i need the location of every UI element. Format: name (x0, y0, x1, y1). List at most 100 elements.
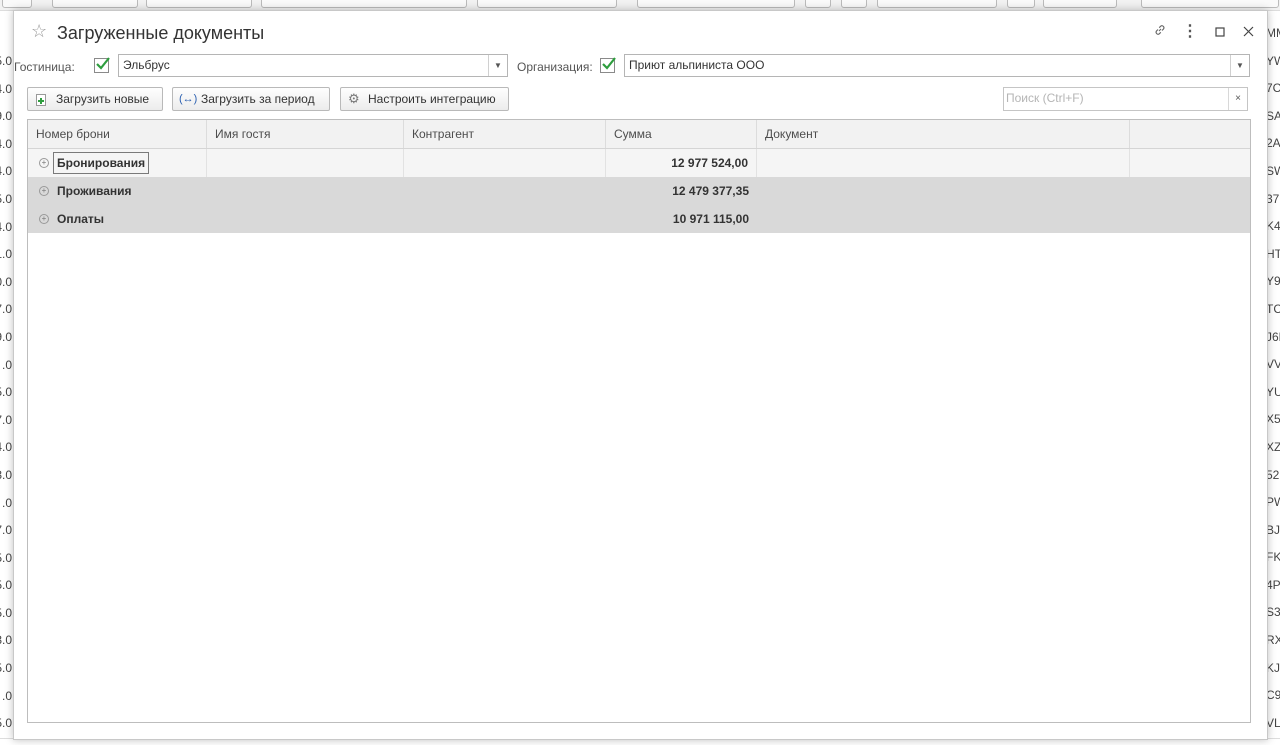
background-cell: YW (1266, 53, 1280, 68)
background-toolbar-button[interactable] (2, 0, 32, 8)
expand-icon[interactable]: + (39, 158, 49, 168)
group-cell: Оплаты (53, 205, 207, 233)
group-cell: Проживания (53, 177, 207, 205)
background-toolbar-button[interactable] (477, 0, 617, 8)
hotel-checkbox[interactable] (94, 57, 110, 73)
group-name: Оплаты (57, 212, 105, 226)
background-cell: 7C (1266, 81, 1280, 96)
background-toolbar-button[interactable] (1141, 0, 1279, 8)
hotel-label: Гостиница: (14, 60, 75, 74)
background-cell: PW (1266, 495, 1280, 510)
background-cell: .0 (1, 495, 12, 510)
background-toolbar-button[interactable] (261, 0, 467, 8)
background-cell: 9.0 (0, 109, 12, 124)
background-cell: YU (1266, 384, 1280, 399)
background-cell: 7.0 (0, 412, 12, 427)
background-cell: VL (1266, 715, 1280, 730)
column-header-sum[interactable]: Сумма (606, 120, 757, 148)
background-cell: 3.0 (0, 633, 12, 648)
background-cell: 5.0 (0, 385, 12, 400)
background-cell: .0 (1, 688, 12, 703)
favorite-star-icon[interactable]: ☆ (31, 21, 47, 41)
document-cell (757, 149, 1130, 177)
background-cell: SW (1266, 163, 1280, 178)
search-field[interactable]: × (1003, 87, 1248, 111)
background-cell: 4.0 (0, 440, 12, 455)
background-cell: VV (1266, 357, 1280, 372)
load-new-button[interactable]: Загрузить новые (27, 87, 163, 111)
expand-icon[interactable]: + (39, 186, 49, 196)
background-cell: KJ (1266, 660, 1280, 675)
close-icon[interactable] (1238, 22, 1258, 42)
background-list-right-column: MM YW 7C SA 2A SW 37 K4 HT Y93 TC J6D VV YU X5L XZ 527 PW… (1266, 20, 1280, 737)
hotel-select[interactable]: Эльбрус ▼ (118, 54, 508, 77)
background-cell: 4.0 (0, 219, 12, 234)
background-cell: XZ (1266, 439, 1280, 454)
background-toolbar-button[interactable] (1043, 0, 1117, 8)
background-toolbar-button[interactable] (637, 0, 795, 8)
sum-cell: 12 479 377,35 (672, 184, 749, 198)
chevron-down-icon[interactable]: ▼ (1230, 55, 1249, 76)
table-row-group[interactable]: + Бронирования 12 977 524,00 (28, 149, 1250, 177)
group-name: Проживания (57, 184, 132, 198)
background-toolbar-button[interactable] (1007, 0, 1035, 8)
background-cell: 5.0 (0, 550, 12, 565)
background-toolbar-button[interactable] (146, 0, 252, 8)
column-header-document[interactable]: Документ (757, 120, 1130, 148)
background-list-left-column: 5.0 4.0 9.0 4.0 4.0 5.0 4.0 1.0 0.0 7.0 9.0 .0 5.0 7.… (0, 48, 12, 738)
background-cell: TC (1266, 301, 1280, 316)
gear-icon: ⚙ (348, 91, 360, 106)
background-cell: 3.0 (0, 467, 12, 482)
background-cell: 4.0 (0, 136, 12, 151)
column-header-empty (1130, 120, 1250, 148)
load-period-label: Загрузить за период (201, 92, 315, 106)
background-cell: X5L (1266, 412, 1280, 427)
background-toolbar-button[interactable] (52, 0, 138, 8)
background-cell: 5.0 (0, 191, 12, 206)
table-row-group[interactable]: + Проживания 12 479 377,35 (28, 177, 1250, 205)
expand-icon[interactable]: + (39, 214, 49, 224)
background-cell: 5.0 (0, 605, 12, 620)
background-cell: BJ4 (1266, 522, 1280, 537)
organization-checkbox[interactable] (600, 57, 616, 73)
background-toolbar-button[interactable] (841, 0, 867, 8)
background-cell: 0.0 (0, 274, 12, 289)
background-toolbar-button[interactable] (877, 0, 997, 8)
guest-name-cell (207, 149, 404, 177)
load-period-button[interactable]: (↔) Загрузить за период (172, 87, 330, 111)
link-icon[interactable] (1150, 22, 1170, 42)
background-cell: HT (1266, 246, 1280, 261)
background-cell: 5.0 (0, 716, 12, 731)
load-new-label: Загрузить новые (56, 92, 150, 106)
chevron-down-icon[interactable]: ▼ (488, 55, 507, 76)
period-range-icon: (↔) (179, 93, 198, 105)
maximize-icon[interactable] (1210, 22, 1230, 42)
window-title-bar: ☆ Загруженные документы ⋮ (14, 11, 1267, 51)
column-header-booking-number[interactable]: Номер брони (28, 120, 207, 148)
more-vertical-icon[interactable]: ⋮ (1180, 22, 1200, 42)
background-cell: 5.0 (0, 578, 12, 593)
background-cell: 7.0 (0, 523, 12, 538)
group-cell: Бронирования (53, 149, 207, 177)
background-cell: 7.0 (0, 302, 12, 317)
background-cell: 37 (1266, 191, 1280, 206)
organization-select[interactable]: Приют альпиниста ООО ▼ (624, 54, 1250, 77)
search-input[interactable] (1006, 90, 1221, 106)
setup-integration-button[interactable]: ⚙ Настроить интеграцию (340, 87, 509, 111)
background-toolbar-button[interactable] (805, 0, 831, 8)
background-cell: 9.0 (0, 329, 12, 344)
documents-table: Номер брони Имя гостя Контрагент Сумма Д… (27, 119, 1251, 723)
background-cell: S3 (1266, 605, 1280, 620)
table-row-group[interactable]: + Оплаты 10 971 115,00 (28, 205, 1250, 233)
clear-search-icon[interactable]: × (1228, 88, 1247, 110)
background-cell: Y93 (1266, 274, 1280, 289)
column-header-counterparty[interactable]: Контрагент (404, 120, 606, 148)
background-cell: .0 (1, 357, 12, 372)
organization-select-value: Приют альпиниста ООО (629, 58, 765, 72)
background-cell: 527 (1266, 467, 1280, 482)
window-title: Загруженные документы (57, 23, 265, 43)
background-cell: 4.0 (0, 81, 12, 96)
column-header-guest-name[interactable]: Имя гостя (207, 120, 404, 148)
setup-integration-label: Настроить интеграцию (368, 92, 496, 106)
background-cell: J6D (1266, 329, 1280, 344)
